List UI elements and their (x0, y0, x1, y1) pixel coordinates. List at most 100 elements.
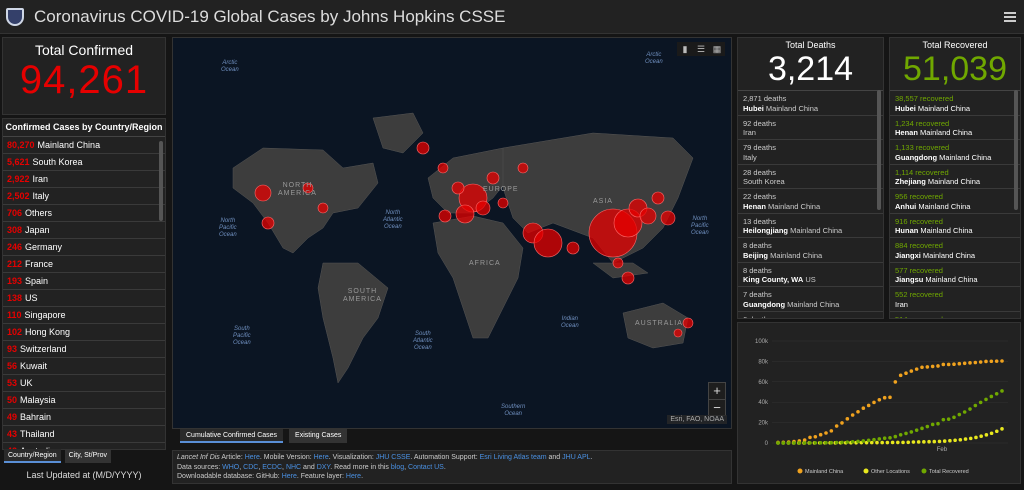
deaths.items-row[interactable]: 7 deaths Guangdong Mainland China (738, 287, 883, 312)
lancet-article-link[interactable]: Here (245, 454, 260, 461)
recovered-list-scrollbar[interactable] (1014, 90, 1018, 210)
country-row[interactable]: 138 US (3, 290, 165, 307)
case-bubble[interactable] (612, 257, 624, 269)
case-bubble[interactable] (416, 141, 430, 155)
country-row[interactable]: 308 Japan (3, 222, 165, 239)
country-row[interactable]: 93 Switzerland (3, 341, 165, 358)
case-bubble[interactable] (517, 162, 529, 174)
esri-living-atlas-link[interactable]: Esri Living Atlas team (480, 454, 547, 461)
info-text: Downloadable database: GitHub: (177, 473, 282, 480)
case-bubble[interactable] (660, 210, 676, 226)
recovered.items-row[interactable]: 956 recovered Anhui Mainland China (890, 189, 1020, 214)
country-row[interactable]: 706 Others (3, 205, 165, 222)
country-list-scrollbar[interactable] (159, 141, 163, 221)
world-map[interactable]: Arctic Ocean Arctic Ocean North Pacific Ocea… (172, 37, 732, 429)
feature-layer-link[interactable]: Here (346, 473, 361, 480)
case-bubble[interactable] (639, 207, 657, 225)
case-bubble[interactable] (475, 200, 491, 216)
recovered.items-row[interactable]: 514 recovered (890, 312, 1020, 319)
recovered.items-row[interactable]: 1,234 recovered Henan Mainland China (890, 116, 1020, 140)
mobile-version-link[interactable]: Here (314, 454, 329, 461)
case-bubble[interactable] (437, 162, 449, 174)
chart-point (885, 440, 890, 445)
case-bubble[interactable] (254, 184, 272, 202)
country-row[interactable]: 110 Singapore (3, 307, 165, 324)
case-bubble[interactable] (651, 191, 665, 205)
recovered.items-row[interactable]: 1,114 recovered Zhejiang Mainland China (890, 165, 1020, 189)
case-bubble[interactable] (621, 271, 635, 285)
continent-label-sa: SOUTH AMERICA (343, 288, 382, 303)
deaths.items-row[interactable]: 8 deaths Beijing Mainland China (738, 238, 883, 263)
country-row[interactable]: 246 Germany (3, 239, 165, 256)
country-row[interactable]: 53 UK (3, 375, 165, 392)
chart-point (813, 441, 818, 445)
row-location: Iran (743, 128, 878, 138)
nhc-link[interactable]: NHC (286, 464, 301, 471)
chart-point (906, 440, 911, 445)
case-bubble[interactable] (533, 228, 563, 258)
deaths.items-row[interactable]: 92 deaths Iran (738, 116, 883, 140)
country-row[interactable]: 2,502 Italy (3, 188, 165, 205)
list-icon[interactable]: ☰ (693, 42, 709, 56)
country-case-count: 138 (7, 293, 23, 303)
jhu-apl-link[interactable]: JHU APL (562, 454, 590, 461)
tab-existing-cases[interactable]: Existing Cases (289, 429, 348, 443)
deaths.items-row[interactable]: 2,871 deaths Hubei Mainland China (738, 91, 883, 116)
row-country: Iran (743, 128, 756, 137)
github-link[interactable]: Here (282, 473, 297, 480)
country-row[interactable]: 193 Spain (3, 273, 165, 290)
recovered.items-row[interactable]: 916 recovered Hunan Mainland China (890, 214, 1020, 238)
jhu-csse-link[interactable]: JHU CSSE (376, 454, 411, 461)
dxy-link[interactable]: DXY (317, 464, 331, 471)
case-bubble[interactable] (486, 171, 500, 185)
zoom-out-button[interactable]: − (709, 399, 725, 415)
country-row[interactable]: 102 Hong Kong (3, 324, 165, 341)
basemap-gallery-icon[interactable]: ▦ (709, 42, 725, 56)
contact-us-link[interactable]: Contact US (408, 464, 444, 471)
recovered.items-row[interactable]: 38,557 recovered Hubei Mainland China (890, 91, 1020, 116)
country-row[interactable]: 49 Bahrain (3, 409, 165, 426)
case-bubble[interactable] (317, 202, 329, 214)
deaths.items-row[interactable]: 8 deaths King County, WA US (738, 263, 883, 287)
chart-point (829, 440, 834, 445)
tab-city-state[interactable]: City, St/Prov (64, 449, 112, 463)
recovered.items-row[interactable]: 1,133 recovered Guangdong Mainland China (890, 140, 1020, 165)
country-row[interactable]: 56 Kuwait (3, 358, 165, 375)
deaths.items-row[interactable]: 13 deaths Heilongjiang Mainland China (738, 214, 883, 238)
country-row[interactable]: 212 France (3, 256, 165, 273)
case-bubble[interactable] (455, 204, 475, 224)
case-bubble[interactable] (673, 328, 683, 338)
deaths.items-row[interactable]: 22 deaths Henan Mainland China (738, 189, 883, 214)
country-row[interactable]: 2,922 Iran (3, 171, 165, 188)
zoom-in-button[interactable]: + (709, 383, 725, 399)
case-bubble[interactable] (497, 197, 509, 209)
tab-country-region[interactable]: Country/Region (4, 449, 61, 463)
who-link[interactable]: WHO (222, 464, 239, 471)
recovered.items-row[interactable]: 884 recovered Jiangxi Mainland China (890, 238, 1020, 263)
case-bubble[interactable] (451, 181, 465, 195)
country-row[interactable]: 50 Malaysia (3, 392, 165, 409)
deaths.items-row[interactable]: 6 deaths (738, 312, 883, 319)
bookmark-icon[interactable]: ▮ (677, 42, 693, 56)
country-row[interactable]: 80,270 Mainland China (3, 137, 165, 154)
country-row[interactable]: 43 Thailand (3, 426, 165, 443)
deaths.items-row[interactable]: 28 deaths South Korea (738, 165, 883, 189)
country-name: Spain (25, 276, 49, 286)
country-name: Italy (32, 191, 50, 201)
ocean-label-arctic-w: Arctic Ocean (221, 60, 239, 73)
country-row[interactable]: 5,621 South Korea (3, 154, 165, 171)
tab-cumulative-confirmed[interactable]: Cumulative Confirmed Cases (180, 429, 284, 443)
country-case-count: 2,502 (7, 191, 30, 201)
menu-icon[interactable] (1004, 12, 1016, 22)
ecdc-link[interactable]: ECDC (262, 464, 282, 471)
deaths-list-scrollbar[interactable] (877, 90, 881, 210)
case-bubble[interactable] (261, 216, 275, 230)
case-bubble[interactable] (682, 317, 694, 329)
recovered.items-row[interactable]: 552 recovered Iran (890, 287, 1020, 312)
case-bubble[interactable] (566, 241, 580, 255)
recovered.items-row[interactable]: 577 recovered Jiangsu Mainland China (890, 263, 1020, 287)
case-bubble[interactable] (438, 209, 452, 223)
blog-link[interactable]: blog (391, 464, 404, 471)
cdc-link[interactable]: CDC (243, 464, 258, 471)
deaths.items-row[interactable]: 79 deaths Italy (738, 140, 883, 165)
